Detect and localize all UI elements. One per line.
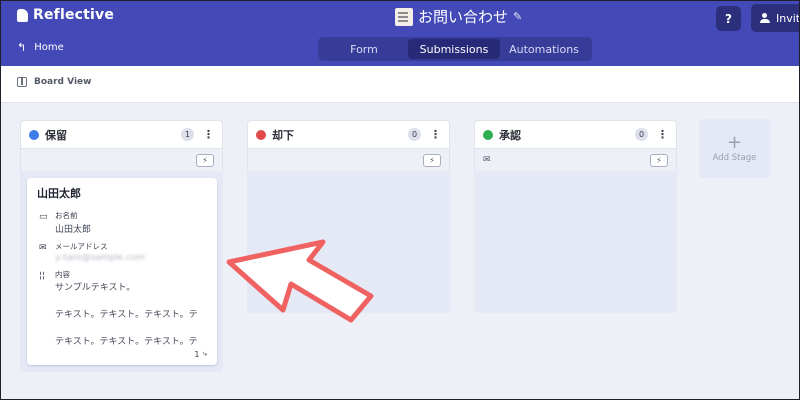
add-stage-button[interactable]: + Add Stage [699, 119, 770, 178]
help-label: ? [725, 11, 732, 26]
subtask-icon: ⤷ [202, 349, 207, 358]
board-view-toggle[interactable]: Board View [17, 77, 91, 87]
more-options-icon[interactable]: ⋮ [203, 128, 214, 141]
card-footer: 1 ⤷ [194, 349, 207, 359]
field-label: 内容 [55, 270, 70, 279]
invite-label: Invite [776, 11, 800, 25]
annotation-arrow-icon [226, 239, 374, 323]
field-value-line: テキスト。テキスト。テキスト。テ [55, 337, 198, 347]
app-logo[interactable]: Reflective [17, 7, 114, 23]
stage-tools: ⚡ [247, 149, 450, 171]
text-icon: ¦¦ [39, 271, 46, 281]
field-value: y-taro@sample.com [55, 253, 146, 263]
subtask-count: 1 [194, 349, 200, 359]
stage-title: 保留 [45, 128, 67, 142]
app-header: Reflective お問い合わせ ✎ ? Invite ↰ Home Form… [0, 0, 800, 66]
invite-button[interactable]: Invite [751, 4, 800, 32]
edit-pencil-icon[interactable]: ✎ [513, 10, 522, 23]
more-options-icon[interactable]: ⋮ [657, 128, 668, 141]
stage-color-dot [256, 129, 266, 140]
board-view-label: Board View [34, 77, 92, 87]
tab-form[interactable]: Form [320, 39, 408, 59]
stage-header[interactable]: 承認 0 ⋮ [474, 120, 677, 149]
automation-bolt-button[interactable]: ⚡ [196, 153, 214, 167]
user-icon [760, 13, 770, 23]
memo-icon [395, 7, 413, 26]
home-link[interactable]: ↰ Home [17, 41, 64, 54]
automation-bolt-button[interactable]: ⚡ [423, 153, 441, 167]
help-button[interactable]: ? [716, 6, 741, 31]
add-stage-label: Add Stage [712, 152, 757, 163]
card-title: 山田太郎 [37, 187, 81, 200]
more-options-icon[interactable]: ⋮ [430, 128, 441, 141]
card-field-content: ¦¦ 内容 サンプルテキスト。 テキスト。テキスト。テキスト。テ テキスト。テキ… [37, 269, 207, 347]
field-value-line: サンプルテキスト。 [55, 283, 136, 293]
stage-count-badge: 1 [181, 128, 194, 141]
board-view-icon [17, 77, 27, 87]
mail-icon[interactable]: ✉ [483, 155, 491, 165]
logo-icon [17, 8, 28, 22]
home-label: Home [34, 42, 64, 53]
name-card-icon: ▭ [39, 212, 48, 222]
field-value: 山田太郎 [55, 225, 92, 235]
stage-color-dot [483, 129, 493, 140]
mail-icon: ✉ [39, 243, 47, 253]
card-field-name: ▭ お名前 山田太郎 [37, 210, 207, 235]
stage-count-badge: 0 [635, 128, 648, 141]
automation-bolt-button[interactable]: ⚡ [650, 153, 668, 167]
stage-title: 承認 [499, 128, 521, 142]
stage-color-dot [29, 129, 39, 140]
form-title[interactable]: お問い合わせ ✎ [395, 6, 522, 27]
plus-icon: + [726, 131, 743, 153]
stage-tools: ⚡ [20, 149, 223, 171]
tab-submissions[interactable]: Submissions [408, 39, 500, 59]
card-field-email: ✉ メールアドレス y-taro@sample.com [37, 241, 207, 263]
field-label: メールアドレス [55, 242, 108, 251]
stage-title: 却下 [272, 128, 294, 142]
back-arrow-icon: ↰ [17, 41, 27, 54]
view-tabs: Form Submissions Automations [318, 37, 592, 61]
app-name: Reflective [33, 7, 115, 23]
stage-header[interactable]: 却下 0 ⋮ [247, 120, 450, 149]
field-value-line: テキスト。テキスト。テキスト。テ [55, 310, 198, 320]
stage-tools: ✉ ⚡ [474, 149, 677, 171]
stage-header[interactable]: 保留 1 ⋮ [20, 120, 223, 149]
form-title-text: お問い合わせ [418, 8, 509, 26]
stage-column: 承認 0 ⋮ ✉ ⚡ [474, 120, 677, 313]
stage-count-badge: 0 [408, 128, 421, 141]
tab-automations[interactable]: Automations [500, 39, 588, 59]
field-label: お名前 [55, 211, 78, 220]
sub-toolbar: Board View [0, 66, 800, 103]
stage-column: 保留 1 ⋮ ⚡ 山田太郎 ▭ お名前 山田太郎 ✉ メールアドレス y-tar… [20, 120, 223, 372]
submission-card[interactable]: 山田太郎 ▭ お名前 山田太郎 ✉ メールアドレス y-taro@sample.… [27, 178, 217, 365]
